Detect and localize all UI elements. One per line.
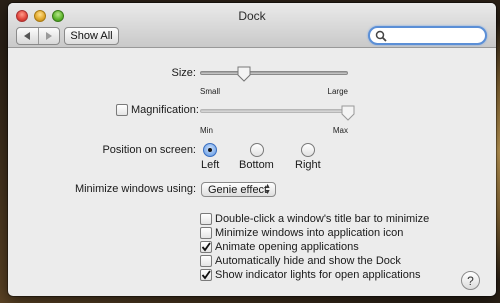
show-all-button[interactable]: Show All [64,27,119,45]
minimize-into-icon-checkbox[interactable] [200,227,212,239]
checkmark-icon [201,270,211,280]
search-icon [375,30,387,42]
minimize-effect-value: Genie effect [208,183,268,196]
position-left-label: Left [201,159,220,171]
position-bottom-label: Bottom [239,159,274,171]
magnification-min-label: Min [200,126,213,135]
size-label: Size: [171,67,196,79]
auto-hide-dock-label: Automatically hide and show the Dock [215,255,401,267]
size-slider-thumb[interactable] [237,66,251,82]
forward-button[interactable] [37,28,60,44]
back-arrow-icon [23,32,30,40]
minimize-effect-popup[interactable]: Genie effect ▲ ▼ [201,182,276,197]
window-title: Dock [238,9,266,23]
magnification-checkbox[interactable] [116,104,128,116]
preferences-content: Size: Small Large Magnification: Min Max… [8,49,496,296]
back-forward-control [16,27,60,45]
search-field[interactable] [368,26,487,45]
magnification-slider[interactable] [200,109,348,113]
back-button[interactable] [17,28,38,44]
minimize-into-icon-label: Minimize windows into application icon [215,227,404,239]
indicator-lights-checkbox[interactable] [200,269,212,281]
titlebar: Dock Show All [8,3,496,48]
animate-opening-label: Animate opening applications [215,241,359,253]
position-right-radio[interactable] [301,143,315,157]
size-slider[interactable] [200,71,348,75]
minimize-label: Minimize windows using: [74,183,196,195]
magnification-slider-thumb[interactable] [341,105,355,121]
help-button[interactable]: ? [461,271,480,290]
double-click-minimize-checkbox[interactable] [200,213,212,225]
magnification-label: Magnification: [131,104,199,116]
forward-arrow-icon [46,32,53,40]
size-max-label: Large [327,87,348,96]
checkmark-icon [201,242,211,252]
indicator-lights-label: Show indicator lights for open applicati… [215,269,421,281]
position-bottom-radio[interactable] [250,143,264,157]
position-right-label: Right [295,159,321,171]
position-left-radio[interactable] [203,143,217,157]
magnification-max-label: Max [332,126,348,135]
popup-arrows-icon: ▲ ▼ [264,183,271,196]
dock-preferences-window: Dock Show All Size: Small Large Magnific… [8,3,496,296]
auto-hide-dock-checkbox[interactable] [200,255,212,267]
search-input[interactable] [390,28,485,43]
double-click-minimize-label: Double-click a window's title bar to min… [215,213,430,225]
size-min-label: Small [200,87,221,96]
position-label: Position on screen: [102,144,196,156]
animate-opening-checkbox[interactable] [200,241,212,253]
